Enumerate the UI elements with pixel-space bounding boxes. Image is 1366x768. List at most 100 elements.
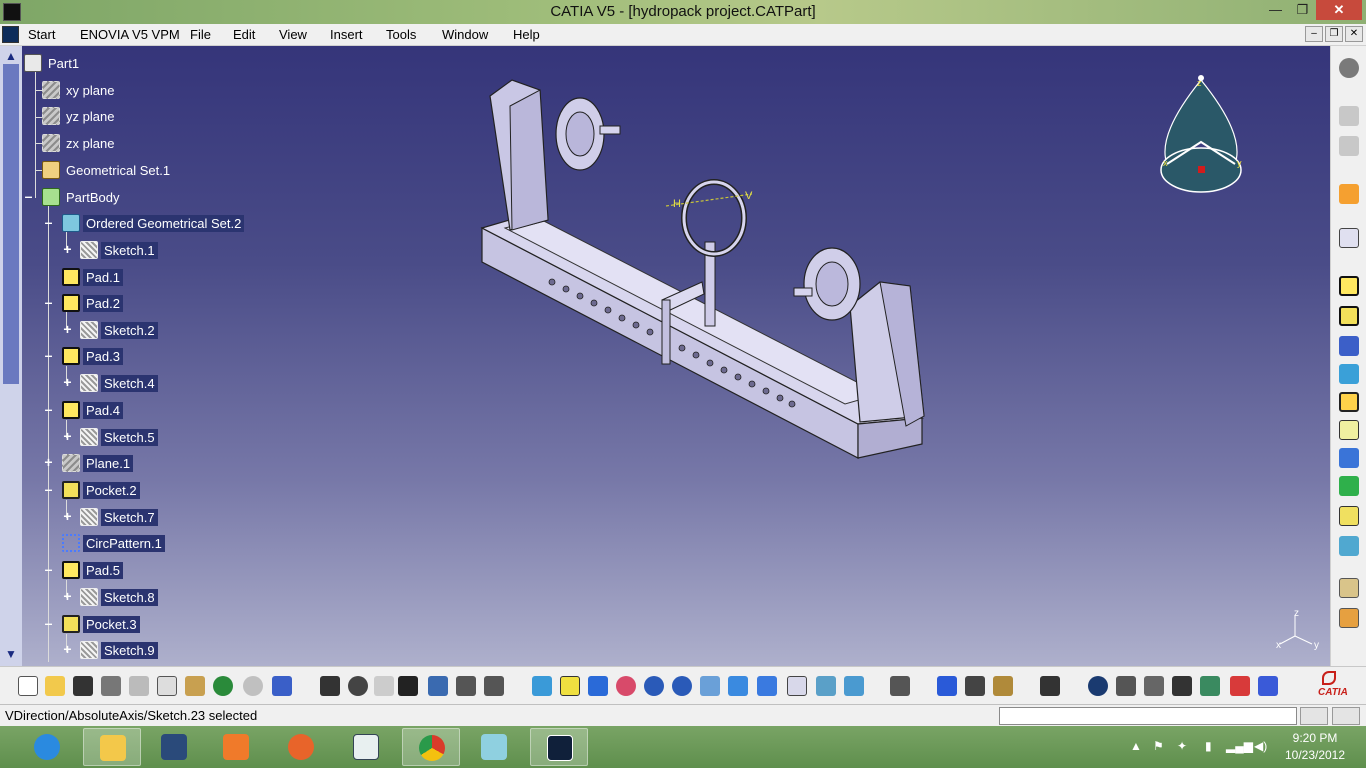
- action-center-flag-icon[interactable]: ⚑: [1153, 739, 1164, 753]
- normal-view-icon[interactable]: [700, 676, 720, 696]
- tree-node-pad-5[interactable]: Pad.5: [62, 560, 123, 580]
- undo-icon[interactable]: [213, 676, 233, 696]
- boolean-tool-icon[interactable]: [1339, 578, 1359, 598]
- hide-show-icon[interactable]: [816, 676, 836, 696]
- taskbar-file-explorer[interactable]: [83, 728, 141, 766]
- collapse-icon[interactable]: –: [43, 564, 54, 575]
- menu-view[interactable]: View: [279, 27, 307, 42]
- tree-node-pad-1[interactable]: Pad.1: [62, 267, 123, 287]
- menu-insert[interactable]: Insert: [330, 27, 363, 42]
- maximize-button[interactable]: ❐: [1289, 0, 1316, 20]
- tree-node-sketch-8[interactable]: Sketch.8: [80, 587, 158, 607]
- minimize-button[interactable]: —: [1262, 0, 1289, 20]
- thickness-tool-icon[interactable]: [1339, 536, 1359, 556]
- tree-node-sketch-5[interactable]: Sketch.5: [80, 427, 158, 447]
- collapse-icon[interactable]: –: [43, 217, 54, 228]
- scroll-down-arrow-icon[interactable]: ▼: [3, 646, 19, 662]
- tools-palette-icon[interactable]: [1200, 676, 1220, 696]
- system-clock[interactable]: 9:20 PM 10/23/2012: [1270, 730, 1360, 764]
- menu-start[interactable]: Start: [28, 27, 55, 42]
- hierarchy-icon[interactable]: [428, 676, 448, 696]
- table-icon[interactable]: [398, 676, 418, 696]
- expand-icon[interactable]: +: [62, 591, 73, 602]
- shell-tool-icon[interactable]: [1339, 506, 1359, 526]
- tree-node-sketch-9[interactable]: Sketch.9: [80, 640, 158, 660]
- expand-icon[interactable]: +: [62, 377, 73, 388]
- tree-node-pad-4[interactable]: Pad.4: [62, 400, 123, 420]
- fly-mode-icon[interactable]: [532, 676, 552, 696]
- hand-icon[interactable]: [1116, 676, 1136, 696]
- close-button[interactable]: ✕: [1316, 0, 1362, 20]
- taskbar-documents[interactable]: [465, 728, 523, 766]
- menu-enovia[interactable]: ENOVIA V5 VPM: [80, 27, 180, 42]
- tree-node-xy-plane[interactable]: xy plane: [42, 80, 117, 100]
- signal-icon[interactable]: ▂▄▆: [1226, 739, 1253, 753]
- tree-node-pad-2[interactable]: Pad.2: [62, 293, 123, 313]
- tree-node-sketch-7[interactable]: Sketch.7: [80, 507, 158, 527]
- pan-icon[interactable]: [588, 676, 608, 696]
- lock-icon[interactable]: [456, 676, 476, 696]
- menu-edit[interactable]: Edit: [233, 27, 255, 42]
- tray-show-hidden-icon[interactable]: ▲: [1130, 739, 1142, 753]
- measure-inertia-icon[interactable]: [993, 676, 1013, 696]
- scan-icon[interactable]: [484, 676, 504, 696]
- tree-node-pocket-3[interactable]: Pocket.3: [62, 614, 140, 634]
- new-file-icon[interactable]: [18, 676, 38, 696]
- wireframe-icon[interactable]: [890, 676, 910, 696]
- menu-file[interactable]: File: [190, 27, 211, 42]
- rib-tool-icon[interactable]: [1339, 392, 1359, 412]
- volume-icon[interactable]: ◀): [1254, 739, 1267, 753]
- list-icon[interactable]: [1258, 676, 1278, 696]
- swap-visible-space-icon[interactable]: [844, 676, 864, 696]
- print-icon[interactable]: [101, 676, 121, 696]
- expand-icon[interactable]: +: [62, 244, 73, 255]
- tree-node-part1[interactable]: Part1: [24, 53, 82, 73]
- multi-view-icon[interactable]: [728, 676, 748, 696]
- measure-tool-icon[interactable]: [1339, 608, 1359, 628]
- hole-tool-icon[interactable]: [1339, 364, 1359, 384]
- tree-node-pad-3[interactable]: Pad.3: [62, 346, 123, 366]
- cut-icon[interactable]: [129, 676, 149, 696]
- sketcher-icon[interactable]: [1339, 228, 1359, 248]
- rotate-icon[interactable]: [616, 676, 636, 696]
- taskbar-notepad[interactable]: [337, 728, 395, 766]
- taskbar-app-window[interactable]: [145, 728, 203, 766]
- formula-icon[interactable]: [320, 676, 340, 696]
- network-icon[interactable]: ✦: [1177, 739, 1187, 753]
- copy-icon[interactable]: [157, 676, 177, 696]
- menu-window[interactable]: Window: [442, 27, 488, 42]
- collapse-icon[interactable]: –: [23, 191, 34, 202]
- analysis-icon[interactable]: [1230, 676, 1250, 696]
- pocket-tool-icon[interactable]: [1339, 306, 1359, 326]
- collapse-icon[interactable]: –: [43, 484, 54, 495]
- expand-icon[interactable]: +: [62, 644, 73, 655]
- menu-help[interactable]: Help: [513, 27, 540, 42]
- open-folder-icon[interactable]: [45, 676, 65, 696]
- measure-between-icon[interactable]: [937, 676, 957, 696]
- tree-node-geometrical-set-1[interactable]: Geometrical Set.1: [42, 160, 173, 180]
- collapse-icon[interactable]: –: [43, 350, 54, 361]
- paste-icon[interactable]: [185, 676, 205, 696]
- fit-all-icon[interactable]: [560, 676, 580, 696]
- battery-icon[interactable]: ▮: [1205, 739, 1212, 753]
- expand-icon[interactable]: +: [62, 511, 73, 522]
- tree-node-partbody[interactable]: PartBody: [42, 187, 122, 207]
- tree-node-zx-plane[interactable]: zx plane: [42, 133, 117, 153]
- expand-icon[interactable]: +: [62, 324, 73, 335]
- tree-node-yz-plane[interactable]: yz plane: [42, 106, 117, 126]
- pad-tool-icon[interactable]: [1339, 276, 1359, 296]
- tree-node-pocket-2[interactable]: Pocket.2: [62, 480, 140, 500]
- expand-icon[interactable]: +: [43, 457, 54, 468]
- taskbar-firefox[interactable]: [272, 728, 330, 766]
- tree-node-circpattern-1[interactable]: CircPattern.1: [62, 533, 165, 553]
- collapse-icon[interactable]: –: [43, 404, 54, 415]
- zoom-in-icon[interactable]: [644, 676, 664, 696]
- document-icon[interactable]: [2, 26, 19, 43]
- status-button-2[interactable]: [1332, 707, 1360, 725]
- measure-item-icon[interactable]: [965, 676, 985, 696]
- collapse-icon[interactable]: –: [43, 618, 54, 629]
- tree-node-sketch-4[interactable]: Sketch.4: [80, 373, 158, 393]
- taskbar-chrome[interactable]: [402, 728, 460, 766]
- command-input[interactable]: [999, 707, 1297, 725]
- shaft-tool-icon[interactable]: [1339, 336, 1359, 356]
